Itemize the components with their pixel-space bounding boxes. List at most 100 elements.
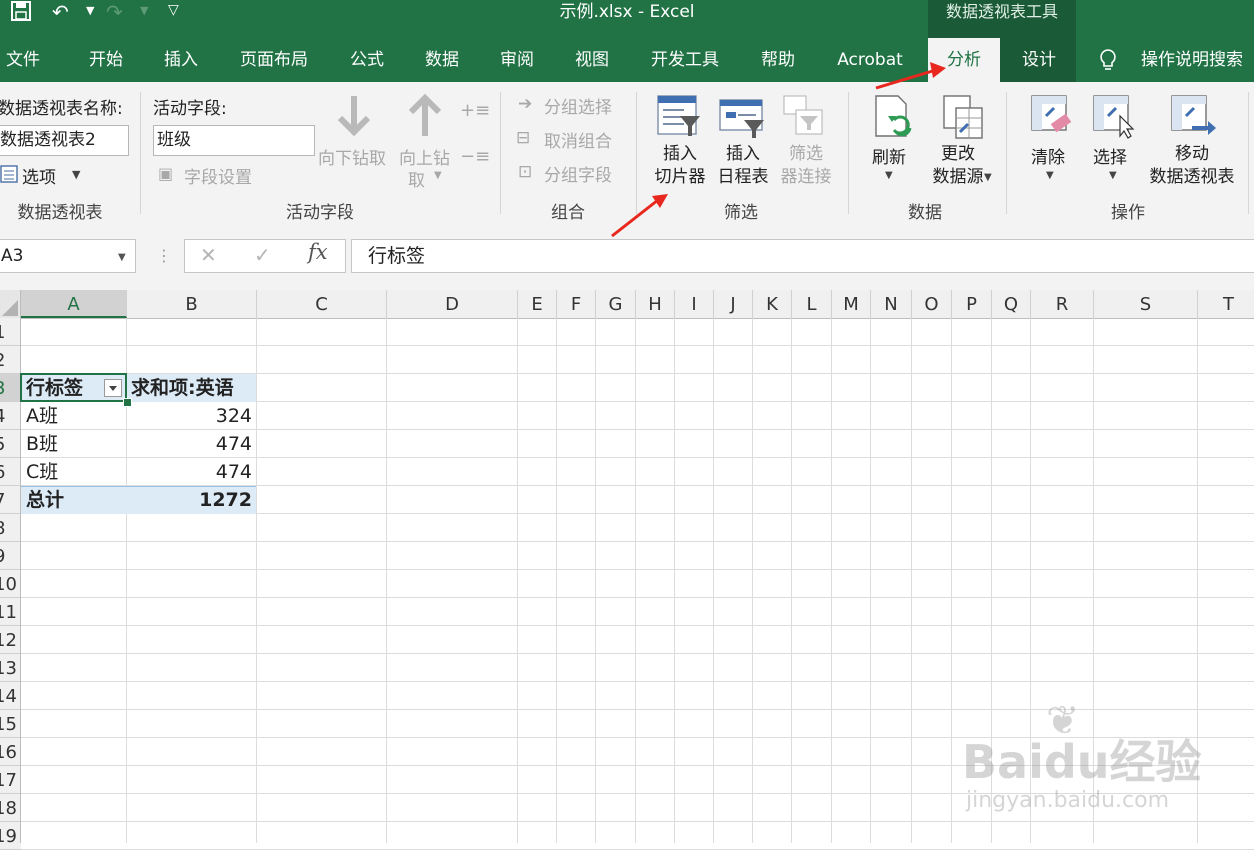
watermark: ❦ Baidu经验 jingyan.baidu.com [962, 698, 1202, 813]
column-header-h[interactable]: H [636, 290, 675, 318]
row-header-17[interactable]: 17 [0, 766, 21, 794]
column-header-k[interactable]: K [753, 290, 792, 318]
name-box[interactable]: A3 [0, 239, 136, 273]
drill-up-icon [405, 92, 445, 142]
grid-column-line [556, 318, 557, 843]
column-header-e[interactable]: E [518, 290, 557, 318]
row-header-13[interactable]: 13 [0, 654, 21, 682]
collapse-field-icon[interactable]: −≡ [460, 146, 490, 167]
undo-dropdown-icon[interactable]: ▼ [86, 4, 94, 17]
filter-dropdown-button[interactable] [104, 379, 122, 397]
row-header-6[interactable]: 6 [0, 458, 21, 486]
column-header-g[interactable]: G [596, 290, 636, 318]
pivot-item-value[interactable]: 474 [130, 430, 252, 458]
row-header-7[interactable]: 7 [0, 486, 21, 514]
tab-formulas[interactable]: 公式 [339, 38, 395, 82]
row-header-2[interactable]: 2 [0, 346, 21, 374]
grid-column-line [517, 318, 518, 843]
field-settings-button[interactable]: 字段设置 [184, 163, 252, 188]
pivot-row-labels-header[interactable]: 行标签 [26, 374, 83, 402]
grid-column-line [752, 318, 753, 843]
column-header-p[interactable]: P [952, 290, 992, 318]
options-dropdown-icon[interactable]: ▼ [72, 168, 80, 181]
row-header-1[interactable]: 1 [0, 318, 21, 346]
column-header-m[interactable]: M [832, 290, 871, 318]
drill-down-button[interactable]: 向下钻取 [318, 144, 386, 169]
row-header-4[interactable]: 4 [0, 402, 21, 430]
select-button[interactable]: 选择 [1093, 143, 1127, 168]
row-header-19[interactable]: 19 [0, 822, 21, 850]
tab-home[interactable]: 开始 [78, 38, 134, 82]
column-header-r[interactable]: R [1031, 290, 1094, 318]
tell-me-search[interactable]: 操作说明搜索 [1134, 38, 1250, 82]
grid-column-line [256, 318, 257, 843]
pivot-total-value[interactable]: 1272 [130, 486, 252, 514]
pivot-item-value[interactable]: 324 [130, 402, 252, 430]
row-header-3[interactable]: 3 [0, 374, 21, 402]
tab-file[interactable]: 文件 [0, 38, 46, 82]
column-header-c[interactable]: C [257, 290, 387, 318]
column-header-n[interactable]: N [871, 290, 912, 318]
group-label-pivottable: 数据透视表 [17, 203, 103, 223]
row-header-15[interactable]: 15 [0, 710, 21, 738]
column-header-s[interactable]: S [1094, 290, 1198, 318]
pivot-item-label[interactable]: A班 [26, 402, 58, 430]
clear-button[interactable]: 清除 [1031, 143, 1065, 168]
pivot-item-value[interactable]: 474 [130, 458, 252, 486]
pivot-item-label[interactable]: C班 [26, 458, 58, 486]
column-header-q[interactable]: Q [992, 290, 1031, 318]
more-options-icon: ⋮ [156, 246, 172, 265]
drill-down-icon [334, 92, 374, 142]
column-header-f[interactable]: F [557, 290, 596, 318]
enter-icon[interactable]: ✓ [254, 243, 271, 267]
group-field-icon: ⊡ [518, 162, 533, 182]
insert-function-icon[interactable]: fx [308, 240, 328, 264]
row-header-8[interactable]: 8 [0, 514, 21, 542]
tab-data[interactable]: 数据 [414, 38, 470, 82]
clear-dropdown-icon[interactable]: ▼ [1046, 170, 1054, 181]
change-source-dropdown-icon[interactable]: ▼ [984, 172, 992, 183]
grid-row-line [21, 681, 1254, 682]
active-field-input[interactable]: 班级 [153, 125, 315, 156]
column-header-a[interactable]: A [21, 290, 127, 318]
column-header-i[interactable]: I [675, 290, 714, 318]
move-pivottable-button[interactable]: 移动 数据透视表 [1144, 143, 1240, 189]
row-header-5[interactable]: 5 [0, 430, 21, 458]
select-all-button[interactable] [0, 290, 21, 318]
options-button[interactable]: 选项 [22, 163, 56, 188]
ribbon-separator [1248, 92, 1249, 214]
column-header-b[interactable]: B [127, 290, 257, 318]
column-header-l[interactable]: L [792, 290, 832, 318]
column-header-d[interactable]: D [387, 290, 518, 318]
save-icon[interactable] [10, 0, 32, 27]
field-settings-icon: ▣ [158, 164, 174, 183]
customize-qat-icon[interactable]: ▽ [168, 2, 179, 18]
tab-insert[interactable]: 插入 [153, 38, 209, 82]
row-header-16[interactable]: 16 [0, 738, 21, 766]
column-header-j[interactable]: J [714, 290, 753, 318]
tab-review[interactable]: 审阅 [489, 38, 545, 82]
name-box-dropdown-icon[interactable]: ▼ [118, 252, 126, 263]
pivot-item-label[interactable]: B班 [26, 430, 58, 458]
move-pivot-line2: 数据透视表 [1149, 167, 1235, 187]
pivot-value-header[interactable]: 求和项:英语 [131, 374, 234, 402]
column-header-t[interactable]: T [1198, 290, 1254, 318]
column-header-o[interactable]: O [912, 290, 952, 318]
select-dropdown-icon[interactable]: ▼ [1109, 170, 1117, 181]
clear-icon [1030, 94, 1074, 142]
tab-design[interactable]: 设计 [1004, 38, 1074, 82]
tab-page-layout[interactable]: 页面布局 [228, 38, 320, 82]
grid-column-line [870, 318, 871, 843]
undo-icon[interactable]: ↶ [52, 0, 69, 24]
row-header-11[interactable]: 11 [0, 598, 21, 626]
row-header-9[interactable]: 9 [0, 542, 21, 570]
pivot-name-input[interactable]: 数据透视表2 [0, 125, 129, 156]
row-header-14[interactable]: 14 [0, 682, 21, 710]
expand-field-icon[interactable]: +≡ [460, 100, 490, 121]
row-header-10[interactable]: 10 [0, 570, 21, 598]
row-header-18[interactable]: 18 [0, 794, 21, 822]
cancel-icon[interactable]: ✕ [200, 243, 217, 267]
row-header-12[interactable]: 12 [0, 626, 21, 654]
drill-up-button-line2: 取 [408, 171, 425, 191]
pivot-total-label[interactable]: 总计 [26, 486, 64, 514]
